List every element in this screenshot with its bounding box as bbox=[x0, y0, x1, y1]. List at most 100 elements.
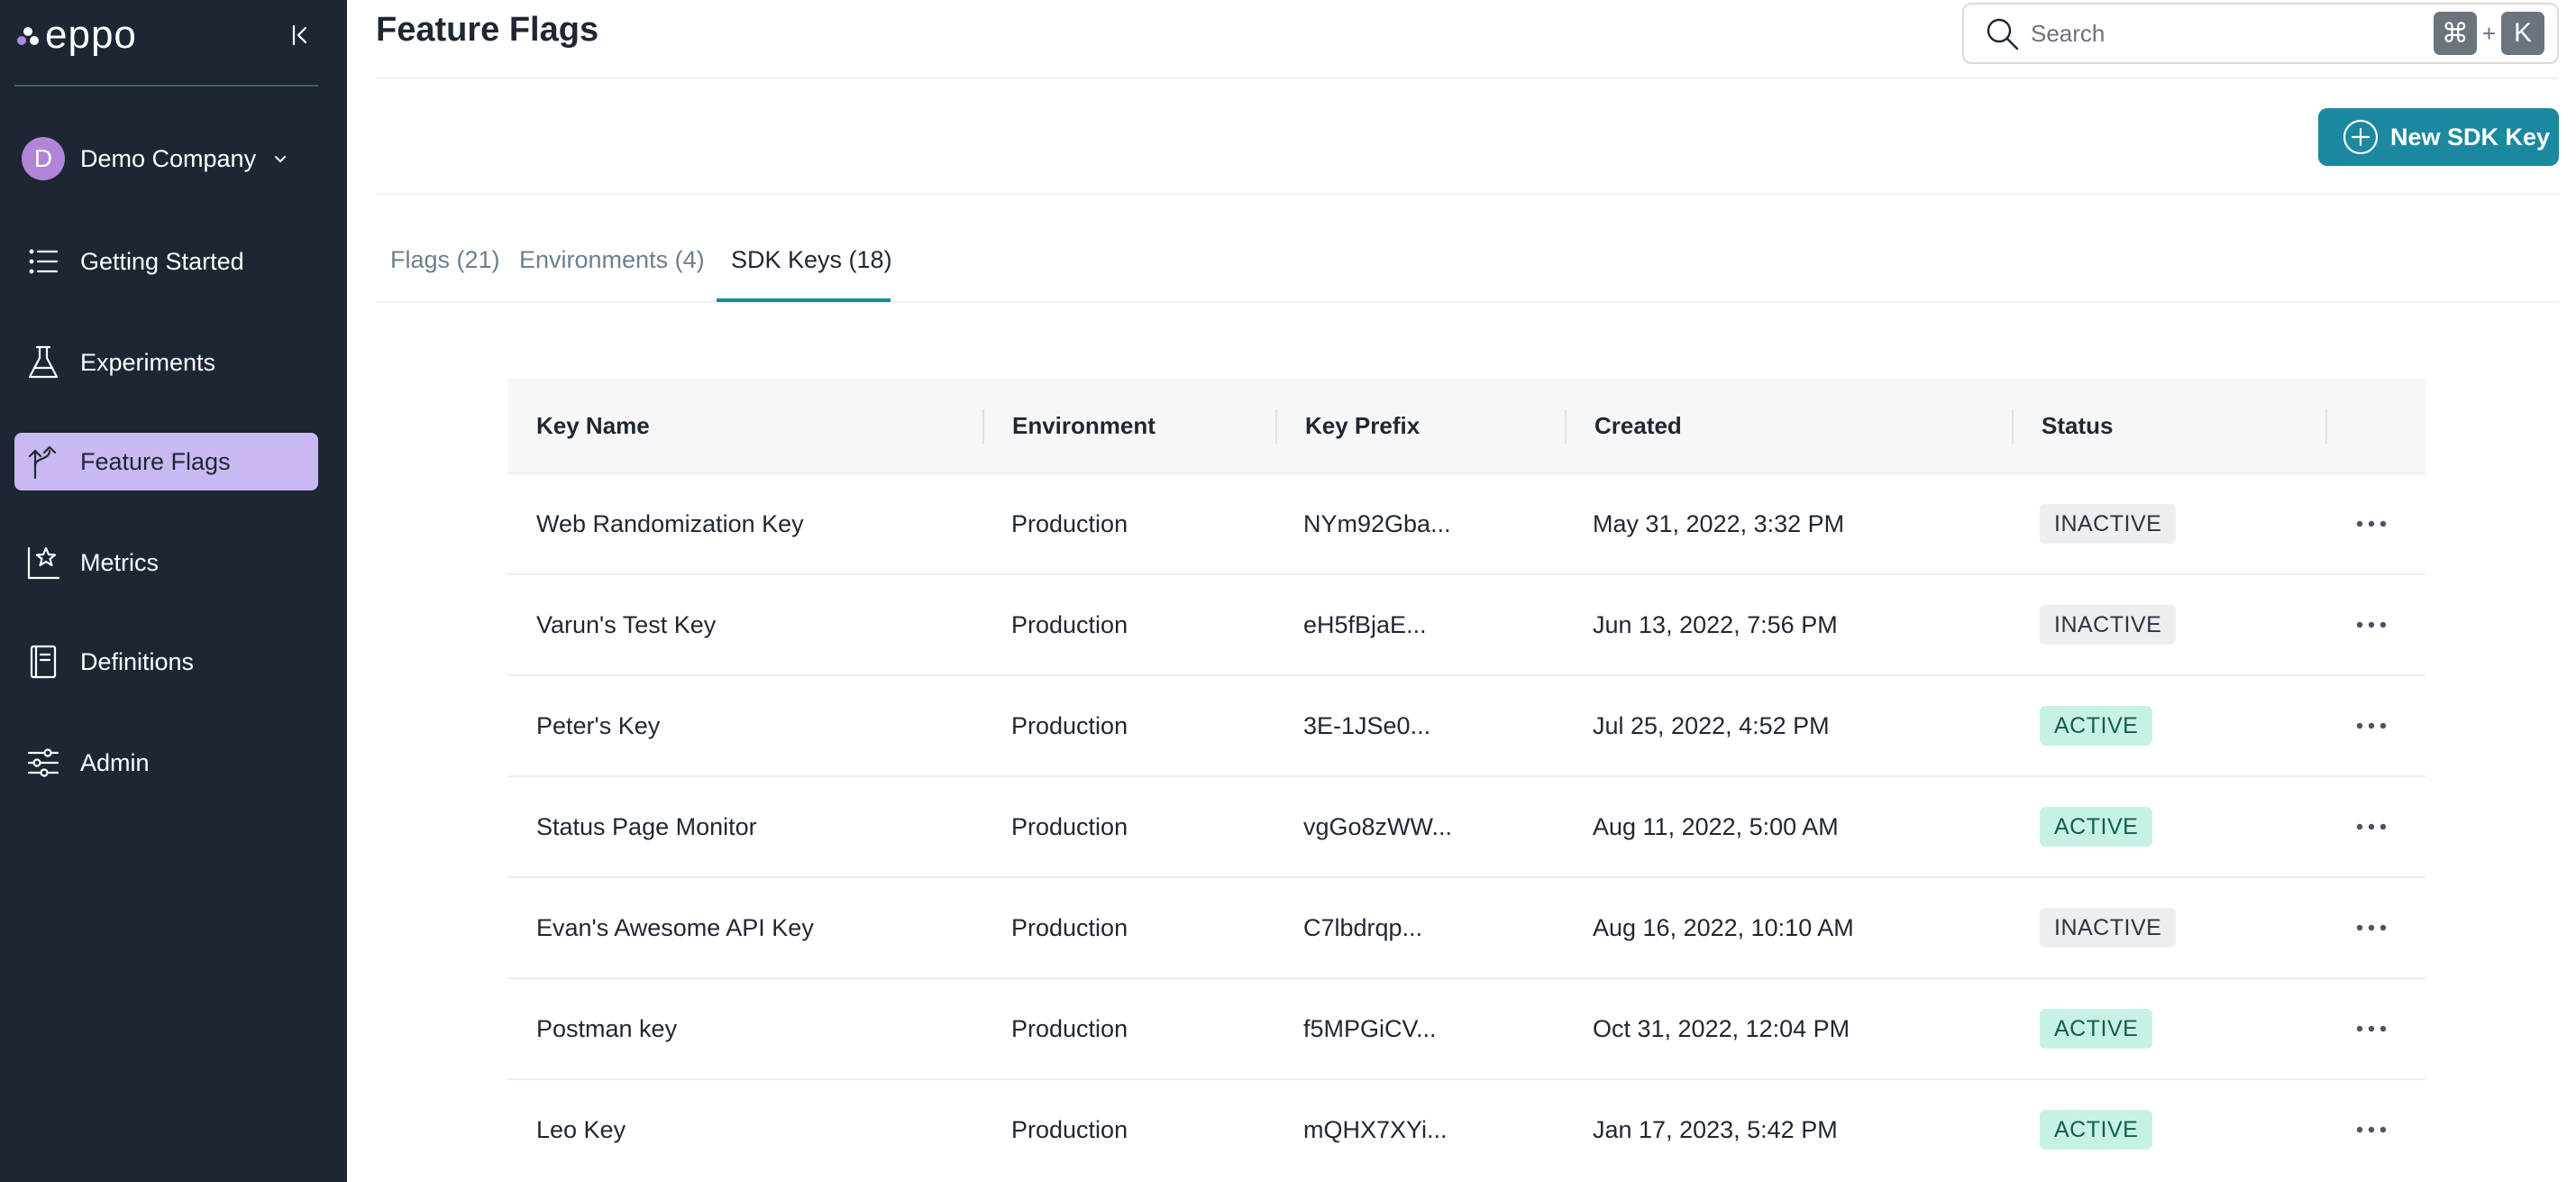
status-cell: ACTIVE bbox=[2040, 676, 2153, 775]
chart-star-icon bbox=[25, 545, 61, 581]
more-horizontal-icon bbox=[2356, 621, 2387, 628]
environment-cell: Production bbox=[1011, 610, 1128, 638]
column-header-key-prefix[interactable]: Key Prefix bbox=[1305, 379, 1420, 472]
flag-branch-icon bbox=[25, 444, 61, 480]
sidebar-item-feature-flags[interactable]: Feature Flags bbox=[14, 433, 318, 490]
column-header-key-name[interactable]: Key Name bbox=[536, 379, 650, 472]
company-name: Demo Company bbox=[80, 144, 257, 172]
key-name-cell: Varun's Test Key bbox=[536, 610, 717, 638]
list-icon bbox=[25, 243, 61, 279]
sidebar-item-metrics[interactable]: Metrics bbox=[14, 534, 318, 591]
more-horizontal-icon bbox=[2356, 823, 2387, 830]
created-cell: Aug 16, 2022, 10:10 AM bbox=[1593, 913, 1854, 941]
search-icon bbox=[1987, 18, 2019, 50]
header-divider bbox=[376, 78, 2559, 79]
column-separator bbox=[1275, 409, 1277, 444]
sidebar-item-admin[interactable]: Admin bbox=[14, 734, 318, 792]
row-actions-button[interactable] bbox=[2349, 979, 2394, 1078]
status-cell: INACTIVE bbox=[2040, 575, 2177, 674]
key-prefix-cell: mQHX7XYi... bbox=[1303, 1115, 1448, 1143]
environment-cell: Production bbox=[1011, 509, 1128, 537]
status-cell: ACTIVE bbox=[2040, 777, 2153, 876]
company-avatar: D bbox=[22, 137, 65, 180]
status-badge: ACTIVE bbox=[2040, 706, 2153, 746]
environment-cell: Production bbox=[1011, 711, 1128, 739]
new-sdk-key-label: New SDK Key bbox=[2390, 123, 2551, 151]
collapse-sidebar-button[interactable] bbox=[287, 20, 317, 50]
tab-environments[interactable]: Environments (4) bbox=[519, 216, 705, 303]
tab-flags[interactable]: Flags (21) bbox=[390, 216, 500, 303]
search-box[interactable]: ⌘ + K bbox=[1962, 3, 2559, 64]
status-badge: ACTIVE bbox=[2040, 1110, 2153, 1150]
row-actions-button[interactable] bbox=[2349, 878, 2394, 977]
table-row[interactable]: Web Randomization Key Production NYm92Gb… bbox=[507, 472, 2425, 573]
active-tab-indicator bbox=[717, 298, 891, 302]
environment-cell: Production bbox=[1011, 913, 1128, 941]
created-cell: Jan 17, 2023, 5:42 PM bbox=[1593, 1115, 1838, 1143]
key-name-cell: Postman key bbox=[536, 1014, 678, 1042]
environment-cell: Production bbox=[1011, 1115, 1128, 1143]
sliders-icon bbox=[25, 745, 61, 781]
sidebar: eppo D Demo Company Getting Started Expe… bbox=[0, 0, 347, 1182]
key-prefix-cell: C7lbdrqp... bbox=[1303, 913, 1423, 941]
column-separator bbox=[2325, 409, 2327, 444]
company-switcher[interactable]: D Demo Company bbox=[22, 137, 288, 180]
row-actions-button[interactable] bbox=[2349, 676, 2394, 775]
key-name-cell: Leo Key bbox=[536, 1115, 626, 1143]
sidebar-item-label: Experiments bbox=[80, 348, 216, 376]
search-input[interactable] bbox=[2031, 19, 2418, 48]
chevron-down-icon bbox=[275, 156, 287, 163]
logo-text: eppo bbox=[45, 13, 137, 57]
environment-cell: Production bbox=[1011, 1014, 1128, 1042]
key-name-cell: Evan's Awesome API Key bbox=[536, 913, 814, 941]
status-badge: INACTIVE bbox=[2040, 605, 2177, 645]
row-actions-button[interactable] bbox=[2349, 777, 2394, 876]
sidebar-item-label: Getting Started bbox=[80, 247, 244, 275]
more-horizontal-icon bbox=[2356, 1025, 2387, 1032]
table-body: Web Randomization Key Production NYm92Gb… bbox=[507, 472, 2425, 1179]
sidebar-divider bbox=[14, 85, 318, 87]
more-horizontal-icon bbox=[2356, 722, 2387, 729]
table-row[interactable]: Postman key Production f5MPGiCV... Oct 3… bbox=[507, 977, 2425, 1078]
key-name-cell: Peter's Key bbox=[536, 711, 661, 739]
sidebar-item-definitions[interactable]: Definitions bbox=[14, 633, 318, 691]
created-cell: Oct 31, 2022, 12:04 PM bbox=[1593, 1014, 1850, 1042]
column-separator bbox=[2012, 409, 2014, 444]
created-cell: Jun 13, 2022, 7:56 PM bbox=[1593, 610, 1838, 638]
tab-sdk-keys[interactable]: SDK Keys (18) bbox=[731, 216, 892, 303]
flask-icon bbox=[25, 344, 61, 380]
table-row[interactable]: Peter's Key Production 3E-1JSe0... Jul 2… bbox=[507, 674, 2425, 775]
table-row[interactable]: Varun's Test Key Production eH5fBjaE... … bbox=[507, 573, 2425, 674]
sidebar-item-label: Metrics bbox=[80, 548, 159, 576]
status-cell: INACTIVE bbox=[2040, 474, 2177, 573]
status-cell: ACTIVE bbox=[2040, 1080, 2153, 1179]
tabs: Flags (21) Environments (4) SDK Keys (18… bbox=[376, 216, 2559, 303]
column-header-status[interactable]: Status bbox=[2042, 379, 2113, 472]
row-actions-button[interactable] bbox=[2349, 474, 2394, 573]
table-row[interactable]: Status Page Monitor Production vgGo8zWW.… bbox=[507, 775, 2425, 876]
table-row[interactable]: Leo Key Production mQHX7XYi... Jan 17, 2… bbox=[507, 1078, 2425, 1179]
sidebar-item-getting-started[interactable]: Getting Started bbox=[14, 233, 318, 290]
toolbar-divider bbox=[376, 193, 2559, 195]
column-header-created[interactable]: Created bbox=[1594, 379, 1682, 472]
new-sdk-key-button[interactable]: New SDK Key bbox=[2318, 108, 2559, 166]
sidebar-item-label: Feature Flags bbox=[80, 447, 231, 475]
sidebar-item-label: Admin bbox=[80, 748, 150, 776]
book-icon bbox=[25, 644, 61, 680]
eppo-flower-icon bbox=[17, 27, 39, 45]
column-header-environment[interactable]: Environment bbox=[1012, 379, 1156, 472]
command-key: ⌘ bbox=[2433, 12, 2477, 55]
created-cell: Aug 11, 2022, 5:00 AM bbox=[1593, 812, 1839, 840]
table-header: Key Name Environment Key Prefix Created … bbox=[507, 379, 2425, 472]
collapse-left-icon bbox=[292, 24, 307, 46]
environment-cell: Production bbox=[1011, 812, 1128, 840]
search-shortcut: ⌘ + K bbox=[2433, 12, 2544, 55]
eppo-logo[interactable]: eppo bbox=[14, 13, 137, 60]
table-row[interactable]: Evan's Awesome API Key Production C7lbdr… bbox=[507, 876, 2425, 977]
row-actions-button[interactable] bbox=[2349, 1080, 2394, 1179]
created-cell: Jul 25, 2022, 4:52 PM bbox=[1593, 711, 1830, 739]
key-prefix-cell: 3E-1JSe0... bbox=[1303, 711, 1431, 739]
column-separator bbox=[982, 409, 984, 444]
sidebar-item-experiments[interactable]: Experiments bbox=[14, 334, 318, 391]
row-actions-button[interactable] bbox=[2349, 575, 2394, 674]
